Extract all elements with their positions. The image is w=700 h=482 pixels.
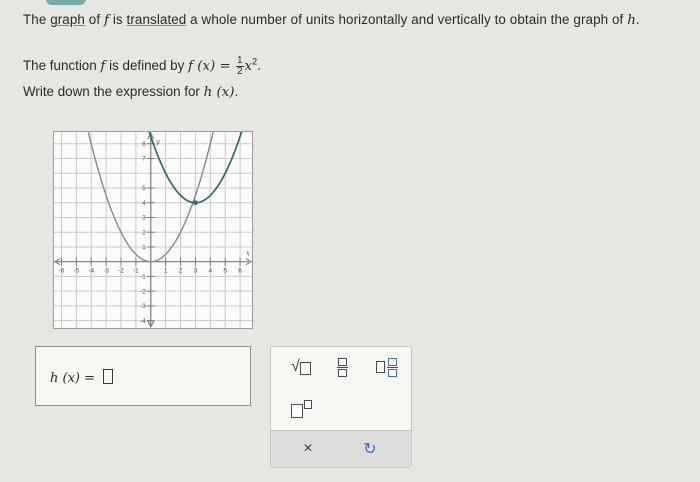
instruction-part: Write down the expression for xyxy=(23,84,204,99)
fraction-one-half: 12 xyxy=(235,56,244,77)
square-icon xyxy=(337,357,347,366)
x-tick-label: 6 xyxy=(238,268,242,275)
h-expression: h (x) xyxy=(203,85,235,100)
translated-link[interactable]: translated xyxy=(127,12,187,27)
x-tick-label: 4 xyxy=(209,268,213,275)
x-tick-label: 5 xyxy=(223,268,227,275)
square-icon xyxy=(337,368,347,377)
close-icon: × xyxy=(303,440,313,457)
fraction-bar-icon xyxy=(387,366,398,368)
clear-button[interactable]: × xyxy=(293,435,323,463)
square-icon xyxy=(388,357,397,366)
redo-icon: ↻ xyxy=(363,441,377,458)
x-axis-label: x xyxy=(246,250,250,258)
y-tick-label: -4 xyxy=(140,318,146,325)
y-tick-label: -2 xyxy=(140,288,146,295)
answer-box[interactable]: h (x) = xyxy=(35,346,251,406)
top-tab-indicator xyxy=(46,0,86,5)
definition-part: is defined by xyxy=(105,58,189,74)
square-icon xyxy=(388,368,397,377)
graph-link[interactable]: graph xyxy=(50,12,85,27)
y-tick-label: -1 xyxy=(140,274,146,281)
y-tick-label: 5 xyxy=(142,185,146,192)
question-text: The graph of f is translated a whole num… xyxy=(23,12,640,28)
answer-expression: h (x) = xyxy=(50,369,114,386)
function-definition: The function f is defined by f (x) = 12x… xyxy=(23,56,261,77)
y-tick-label: -3 xyxy=(140,303,146,310)
fraction-button[interactable] xyxy=(327,351,357,383)
x-tick-label: 1 xyxy=(164,268,168,275)
x-variable: x xyxy=(244,59,253,75)
x-tick-label: -3 xyxy=(103,268,109,275)
question-part: The xyxy=(23,12,51,27)
instruction-text: Write down the expression for h (x). xyxy=(23,84,238,100)
square-icon xyxy=(376,361,385,373)
y-tick-label: 8 xyxy=(142,141,146,148)
sqrt-icon: √ xyxy=(291,358,300,375)
x-tick-label: -6 xyxy=(59,268,65,275)
sqrt-button[interactable]: √ xyxy=(281,353,321,381)
mixed-number-icon xyxy=(376,357,398,377)
x-tick-label: 3 xyxy=(194,268,198,275)
instruction-part: . xyxy=(234,84,239,99)
function-lhs: f (x) = xyxy=(188,59,235,75)
vertex-point-h xyxy=(193,200,198,206)
placeholder-square-icon xyxy=(299,361,311,375)
math-palette: √ × ↻ xyxy=(270,346,412,468)
x-tick-label: -1 xyxy=(133,268,139,275)
exponent-button[interactable] xyxy=(283,393,319,421)
mixed-number-button[interactable] xyxy=(369,351,405,383)
h-symbol: h xyxy=(627,13,636,28)
question-part: . xyxy=(635,12,640,27)
answer-label: h (x) = xyxy=(50,371,100,386)
question-part: a whole number of units horizontally and… xyxy=(186,12,628,27)
fraction-bar-icon xyxy=(336,366,348,368)
y-tick-label: 7 xyxy=(142,156,146,163)
y-tick-label: 2 xyxy=(142,229,146,236)
redo-button[interactable]: ↻ xyxy=(355,435,385,463)
fraction-icon xyxy=(387,357,398,377)
answer-input-slot[interactable] xyxy=(103,369,114,384)
definition-part: . xyxy=(257,58,261,74)
y-tick-label: 4 xyxy=(142,200,146,207)
definition-part: The function xyxy=(23,58,101,74)
y-tick-label: 1 xyxy=(142,244,146,251)
fraction-icon xyxy=(336,357,348,377)
graph-panel: -6 -5 -4 -3 -2 -1 1 2 3 4 5 6 8 7 5 4 3 2 1 -1 -2 -3 -4 x y xyxy=(53,131,253,329)
y-tick-label: 3 xyxy=(142,215,146,222)
x-tick-label: -4 xyxy=(88,268,94,275)
graph-chart: -6 -5 -4 -3 -2 -1 1 2 3 4 5 6 8 7 5 4 3 2 1 -1 -2 -3 -4 x y xyxy=(53,131,253,329)
x-tick-label: -5 xyxy=(73,268,79,275)
fraction-denominator: 2 xyxy=(236,66,243,77)
question-part: of xyxy=(84,12,104,27)
x-tick-label: 2 xyxy=(179,268,183,275)
base-square-icon xyxy=(290,404,303,418)
exponent-square-icon xyxy=(303,399,312,409)
question-part: is xyxy=(109,12,127,27)
palette-action-bar: × ↻ xyxy=(271,430,411,467)
y-axis-label: y xyxy=(155,138,161,146)
x-tick-label: -2 xyxy=(118,268,124,275)
